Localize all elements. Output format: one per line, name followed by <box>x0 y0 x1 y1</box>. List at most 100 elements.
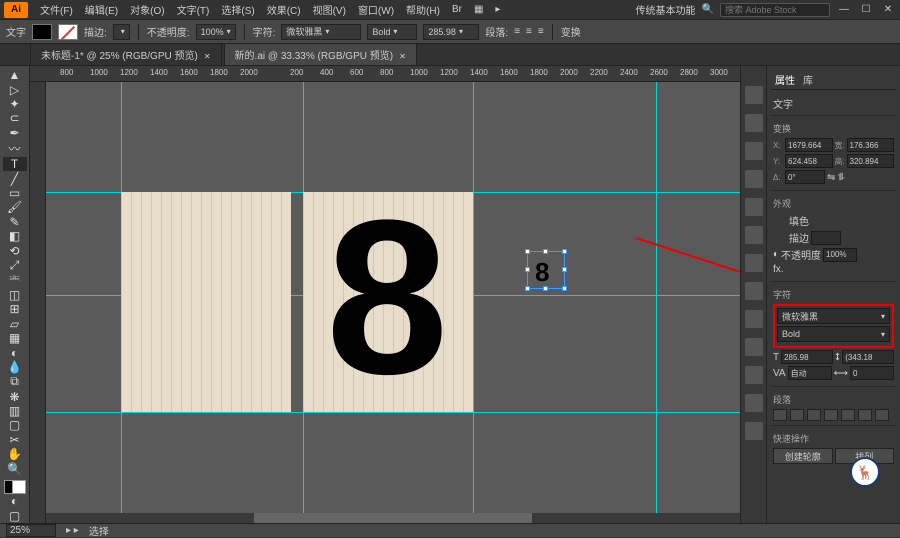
menu-select[interactable]: 选择(S) <box>215 2 260 17</box>
guide-vertical[interactable] <box>656 82 657 523</box>
transparency-panel-icon[interactable] <box>745 282 763 300</box>
justify-all-button[interactable] <box>875 409 889 421</box>
menu-view[interactable]: 视图(V) <box>307 2 352 17</box>
justify-right-button[interactable] <box>858 409 872 421</box>
gradient-panel-icon[interactable] <box>745 254 763 272</box>
eraser-tool[interactable]: ◧ <box>3 229 27 243</box>
align-right-icon[interactable]: ≡ <box>538 26 544 37</box>
draw-mode-icon[interactable]: ◐ <box>3 494 27 508</box>
font-size-field[interactable]: 285.98 <box>423 24 479 40</box>
font-size-field[interactable]: 285.98 <box>781 350 833 364</box>
graphic-styles-panel-icon[interactable] <box>745 338 763 356</box>
menu-effect[interactable]: 效果(C) <box>261 2 307 17</box>
free-transform-tool[interactable]: ◫ <box>3 288 27 302</box>
direct-selection-tool[interactable]: ▷ <box>3 82 27 96</box>
kerning-field[interactable]: 自动 <box>788 366 832 380</box>
artboard-tool[interactable]: ▢ <box>3 418 27 432</box>
properties-tab[interactable]: 属性 <box>775 72 795 87</box>
stroke-swatch[interactable] <box>58 24 78 40</box>
asset-export-panel-icon[interactable] <box>745 394 763 412</box>
align-right-button[interactable] <box>807 409 821 421</box>
search-icon[interactable]: 🔍 <box>702 4 714 15</box>
vertical-ruler[interactable] <box>30 82 46 523</box>
doc-tab-2[interactable]: 新的.ai @ 33.33% (RGB/GPU 预览)✕ <box>224 43 417 65</box>
color-guide-panel-icon[interactable] <box>745 114 763 132</box>
rectangle-tool[interactable]: ▭ <box>3 186 27 200</box>
layers-panel-icon[interactable] <box>745 366 763 384</box>
stroke-weight-field[interactable] <box>113 24 130 40</box>
fx-button[interactable]: fx. <box>773 264 784 275</box>
rotate-field[interactable]: 0° <box>785 170 825 184</box>
arrange-docs-icon[interactable]: ▦ <box>468 4 489 15</box>
menu-help[interactable]: 帮助(H) <box>400 2 446 17</box>
stroke-color-swatch[interactable] <box>773 232 787 244</box>
curvature-tool[interactable]: 〰 <box>3 140 27 157</box>
align-center-icon[interactable]: ≡ <box>526 26 532 37</box>
maximize-button[interactable]: ☐ <box>858 4 874 15</box>
font-family-field[interactable]: 微软雅黑 <box>281 24 361 40</box>
slice-tool[interactable]: ✂ <box>3 433 27 447</box>
swatches-panel-icon[interactable] <box>745 142 763 160</box>
fill-stroke-control[interactable] <box>4 480 26 494</box>
bridge-icon[interactable]: Br <box>446 4 468 15</box>
line-tool[interactable]: ╱ <box>3 171 27 185</box>
transform-link[interactable]: 变换 <box>561 24 581 39</box>
create-outlines-button[interactable]: 创建轮廓 <box>773 448 833 464</box>
symbol-sprayer-tool[interactable]: ❋ <box>3 389 27 403</box>
close-button[interactable]: ✕ <box>880 4 896 15</box>
width-field[interactable]: 176.366 <box>847 138 895 152</box>
screen-mode-icon[interactable]: ▢ <box>3 509 27 523</box>
font-weight-dropdown[interactable]: Bold <box>777 326 890 342</box>
y-field[interactable]: 624.458 <box>785 154 833 168</box>
pen-tool[interactable]: ✒ <box>3 126 27 140</box>
justify-left-button[interactable] <box>824 409 838 421</box>
flip-v-icon[interactable]: ⥮ <box>837 172 844 183</box>
menu-window[interactable]: 窗口(W) <box>352 2 400 17</box>
gradient-tool[interactable]: ◐ <box>3 346 27 360</box>
stroke-weight-field[interactable] <box>811 231 841 245</box>
close-tab-icon[interactable]: ✕ <box>204 52 211 61</box>
align-left-icon[interactable]: ≡ <box>514 26 520 37</box>
shape-builder-tool[interactable]: ⊞ <box>3 302 27 316</box>
shaper-tool[interactable]: ✎ <box>3 215 27 229</box>
magic-wand-tool[interactable]: ✦ <box>3 97 27 111</box>
scale-tool[interactable]: ⤢ <box>3 258 27 273</box>
appearance-panel-icon[interactable] <box>745 310 763 328</box>
fill-color-swatch[interactable] <box>773 215 787 227</box>
justify-center-button[interactable] <box>841 409 855 421</box>
opacity-field[interactable]: 100% <box>823 248 857 262</box>
perspective-tool[interactable]: ▱ <box>3 317 27 331</box>
libraries-tab[interactable]: 库 <box>803 72 813 87</box>
fill-swatch[interactable] <box>32 24 52 40</box>
menu-type[interactable]: 文字(T) <box>171 2 216 17</box>
large-glyph[interactable]: 8 <box>326 187 448 407</box>
canvas[interactable]: 8 8 <box>46 82 740 523</box>
x-field[interactable]: 1679.664 <box>785 138 833 152</box>
eyedropper-tool[interactable]: 💧 <box>3 360 27 374</box>
brushes-panel-icon[interactable] <box>745 170 763 188</box>
mesh-tool[interactable]: ▦ <box>3 331 27 345</box>
opacity-field[interactable]: 100% <box>196 24 236 40</box>
zoom-tool[interactable]: 🔍 <box>3 461 27 475</box>
hand-tool[interactable]: ✋ <box>3 447 27 461</box>
close-tab-icon[interactable]: ✕ <box>399 52 406 61</box>
align-center-button[interactable] <box>790 409 804 421</box>
selection-tool[interactable]: ▲ <box>3 68 27 82</box>
selection-bounding-box[interactable] <box>527 251 565 289</box>
width-tool[interactable]: ⎃ <box>3 273 27 288</box>
menu-edit[interactable]: 编辑(E) <box>79 2 124 17</box>
tracking-field[interactable]: 0 <box>850 366 894 380</box>
blend-tool[interactable]: ⧉ <box>3 374 27 389</box>
leading-field[interactable]: (343.18 <box>842 350 894 364</box>
guide-vertical[interactable] <box>473 82 474 523</box>
artboards-panel-icon[interactable] <box>745 422 763 440</box>
font-weight-field[interactable]: Bold <box>367 24 417 40</box>
type-tool[interactable]: T <box>3 157 27 171</box>
horizontal-scrollbar[interactable] <box>46 513 740 523</box>
menu-file[interactable]: 文件(F) <box>34 2 79 17</box>
column-graph-tool[interactable]: ▥ <box>3 404 27 418</box>
workspace-switcher[interactable]: 传统基本功能 <box>636 2 696 17</box>
symbols-panel-icon[interactable] <box>745 198 763 216</box>
align-left-button[interactable] <box>773 409 787 421</box>
stroke-panel-icon[interactable] <box>745 226 763 244</box>
